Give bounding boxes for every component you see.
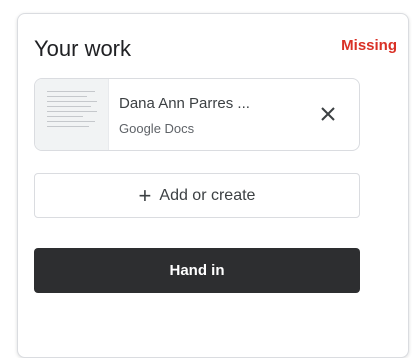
status-badge: Missing xyxy=(341,37,397,54)
close-icon[interactable] xyxy=(317,103,339,125)
attachment-type: Google Docs xyxy=(119,121,195,136)
attachment-item[interactable]: Dana Ann Parres ... Google Docs xyxy=(34,78,360,151)
plus-icon: + xyxy=(138,182,152,208)
add-or-create-label: Add or create xyxy=(159,186,256,204)
hand-in-button[interactable]: Hand in xyxy=(34,248,360,293)
document-thumbnail-icon xyxy=(35,79,109,150)
attachment-name: Dana Ann Parres ... xyxy=(119,95,250,112)
card-title: Your work xyxy=(34,36,132,61)
hand-in-label: Hand in xyxy=(169,262,225,279)
add-or-create-button[interactable]: + Add or create xyxy=(34,173,360,218)
